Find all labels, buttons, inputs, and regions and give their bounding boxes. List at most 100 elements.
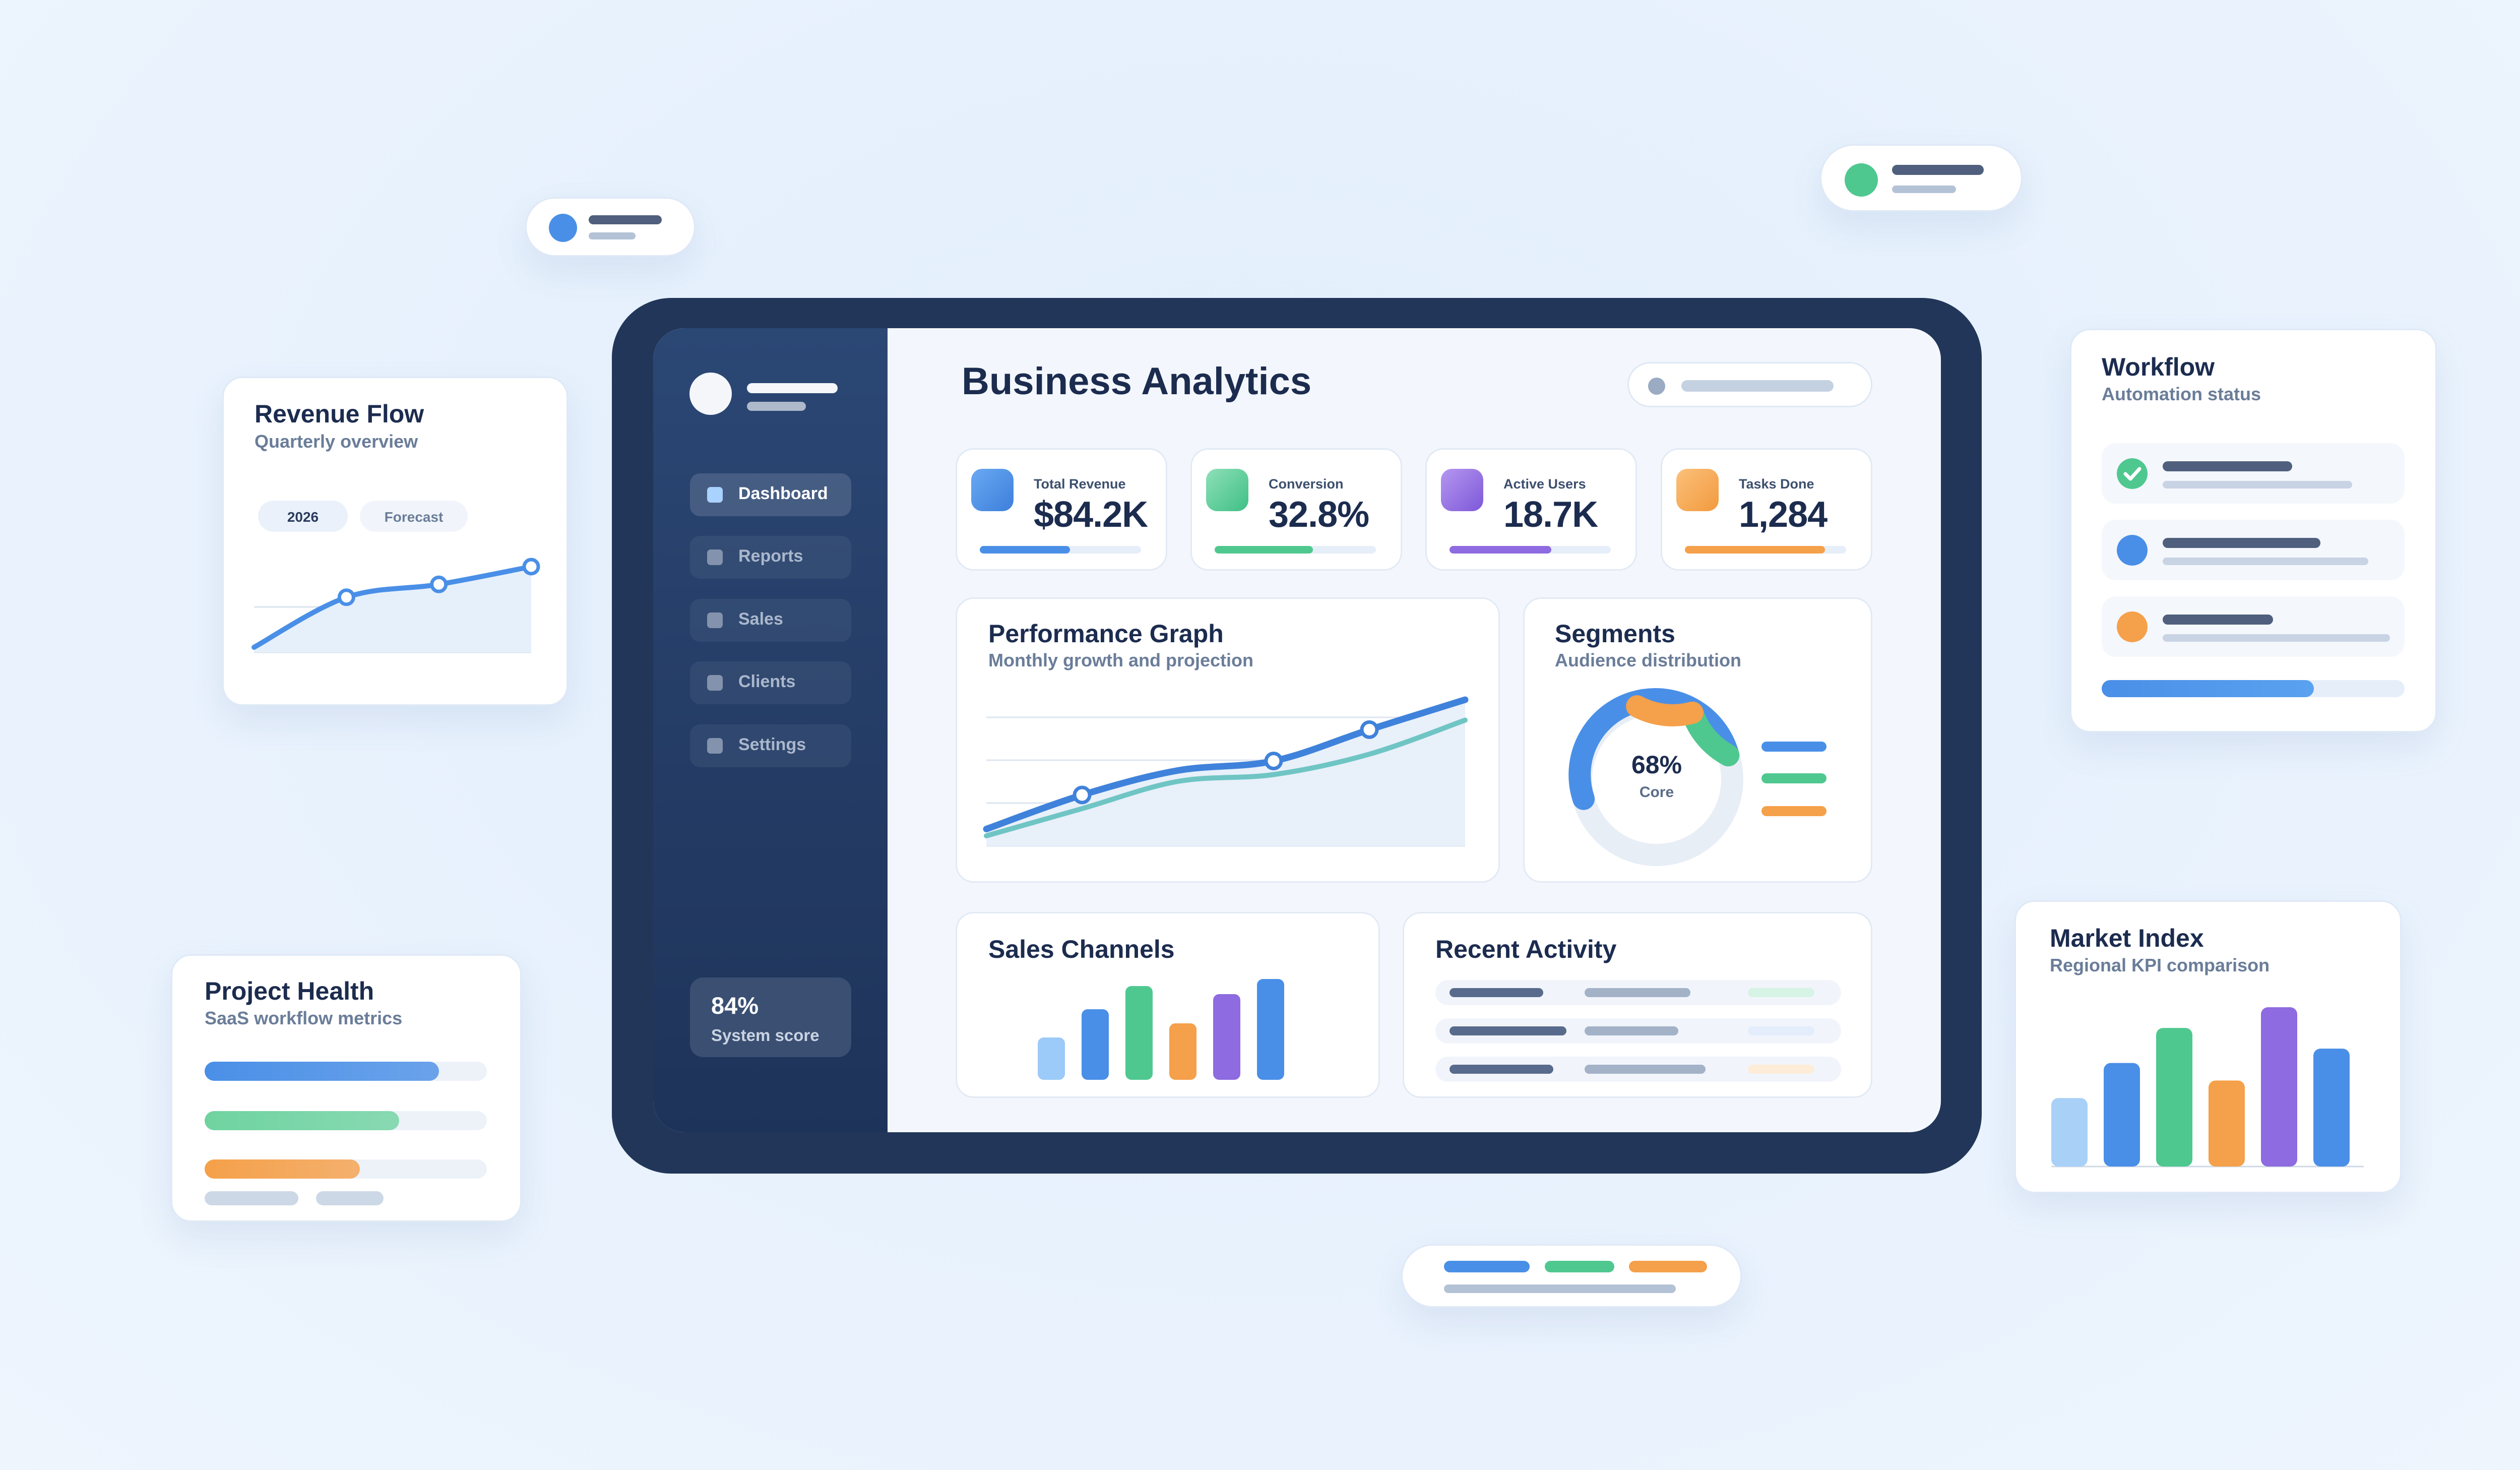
placeholder-line — [1444, 1284, 1676, 1293]
activity-row[interactable] — [1435, 1057, 1841, 1082]
kpi-progress-fill — [1215, 546, 1313, 554]
data-point — [522, 558, 540, 576]
performance-title: Performance Graph — [988, 620, 1224, 648]
revenue-flow-chart — [251, 558, 540, 653]
legend-swatch — [1629, 1261, 1707, 1272]
bar — [2156, 1028, 2192, 1167]
sidebar-item-clients[interactable]: Clients — [690, 661, 851, 704]
search-placeholder-line — [1681, 380, 1834, 392]
bar — [2313, 1049, 2350, 1167]
kpi-card-tasks-done[interactable]: Tasks Done 1,284 — [1661, 448, 1872, 571]
legend-swatch — [1761, 773, 1826, 783]
chip-forecast[interactable]: Forecast — [360, 501, 468, 532]
kpi-progress-track — [1215, 546, 1376, 554]
project-health-title: Project Health — [205, 977, 374, 1005]
sidebar-item-dashboard[interactable]: Dashboard — [690, 473, 851, 516]
placeholder-line — [1585, 988, 1690, 997]
placeholder-line — [589, 215, 662, 224]
kpi-label: Conversion — [1269, 476, 1344, 492]
segments-card: Segments Audience distribution 68% Core — [1523, 597, 1872, 883]
activity-row[interactable] — [1435, 980, 1841, 1005]
placeholder-line — [1585, 1026, 1678, 1035]
status-badge — [1748, 1026, 1814, 1035]
placeholder-line — [1585, 1065, 1706, 1074]
health-progress-fill — [205, 1159, 360, 1179]
bar — [1082, 1009, 1109, 1080]
kpi-value: 32.8% — [1269, 495, 1369, 535]
status-dot — [2117, 611, 2148, 642]
conversion-icon — [1206, 469, 1248, 511]
placeholder-line — [1450, 1026, 1566, 1035]
health-progress-track — [205, 1111, 487, 1130]
system-score-value: 84% — [711, 992, 759, 1019]
sidebar-item-label: Clients — [738, 672, 796, 691]
bar — [1169, 1023, 1196, 1080]
kpi-progress-fill — [1450, 546, 1551, 554]
status-dot — [2117, 535, 2148, 566]
sidebar: Dashboard Reports Sales Clients Settings… — [653, 328, 888, 1132]
sidebar-item-settings[interactable]: Settings — [690, 724, 851, 767]
revenue-flow-subtitle: Quarterly overview — [255, 431, 418, 452]
activity-row[interactable] — [1435, 1018, 1841, 1044]
kpi-progress-track — [980, 546, 1141, 554]
donut-center-label: Core — [1639, 784, 1674, 801]
workflow-progress-track — [2102, 680, 2405, 697]
market-index-subtitle: Regional KPI comparison — [2050, 955, 2270, 975]
status-dot — [1845, 163, 1878, 197]
data-point — [337, 588, 355, 606]
workflow-item[interactable] — [2102, 596, 2405, 657]
donut-center-value: 68% — [1631, 751, 1682, 779]
sales-icon — [707, 612, 723, 628]
bar — [1213, 994, 1240, 1080]
performance-subtitle: Monthly growth and projection — [988, 650, 1253, 670]
project-health-card: Project Health SaaS workflow metrics — [171, 954, 522, 1222]
kpi-card-active-users[interactable]: Active Users 18.7K — [1425, 448, 1637, 571]
segments-title: Segments — [1555, 620, 1675, 648]
kpi-progress-fill — [1685, 546, 1825, 554]
data-point — [1073, 785, 1092, 805]
sidebar-item-sales[interactable]: Sales — [690, 599, 851, 642]
sidebar-item-label: Settings — [738, 735, 806, 754]
sidebar-item-label: Dashboard — [738, 484, 828, 503]
revenue-icon — [971, 469, 1014, 511]
placeholder-line — [589, 232, 636, 239]
placeholder-line — [205, 1191, 298, 1205]
workflow-progress-fill — [2102, 680, 2314, 697]
floating-status-chip-right — [1820, 144, 2023, 212]
sales-channels-title: Sales Channels — [988, 935, 1175, 963]
avatar[interactable] — [689, 373, 732, 415]
page-title: Business Analytics — [962, 360, 1312, 403]
sidebar-item-label: Sales — [738, 609, 783, 629]
check-icon — [2117, 458, 2148, 489]
placeholder-line — [2163, 538, 2320, 548]
workflow-item[interactable] — [2102, 520, 2405, 580]
market-index-chart — [2051, 1007, 2364, 1168]
chip-year[interactable]: 2026 — [258, 501, 348, 532]
legend-swatch — [1761, 806, 1826, 816]
bar — [2051, 1098, 2088, 1167]
kpi-progress-track — [1685, 546, 1846, 554]
health-progress-track — [205, 1062, 487, 1081]
legend-swatch — [1761, 742, 1826, 752]
search-input[interactable] — [1627, 362, 1872, 407]
segments-donut-chart — [1568, 688, 1743, 866]
workflow-title: Workflow — [2102, 353, 2215, 381]
status-badge — [1748, 1065, 1814, 1074]
settings-icon — [707, 738, 723, 754]
placeholder-line — [1892, 165, 1984, 175]
placeholder-line — [2163, 634, 2390, 642]
segments-subtitle: Audience distribution — [1555, 650, 1742, 670]
sidebar-item-reports[interactable]: Reports — [690, 536, 851, 579]
kpi-label: Total Revenue — [1034, 476, 1126, 492]
placeholder-line — [2163, 615, 2273, 625]
kpi-label: Active Users — [1503, 476, 1586, 492]
workflow-item[interactable] — [2102, 443, 2405, 504]
reports-icon — [707, 549, 723, 565]
kpi-card-conversion[interactable]: Conversion 32.8% — [1190, 448, 1402, 571]
market-index-title: Market Index — [2050, 924, 2204, 952]
kpi-value: 1,284 — [1739, 495, 1828, 535]
kpi-card-total-revenue[interactable]: Total Revenue $84.2K — [956, 448, 1167, 571]
sales-channels-card: Sales Channels — [956, 912, 1380, 1098]
system-score-widget: 84% System score — [690, 977, 851, 1057]
revenue-flow-card: Revenue Flow Quarterly overview 2026 For… — [222, 377, 568, 706]
